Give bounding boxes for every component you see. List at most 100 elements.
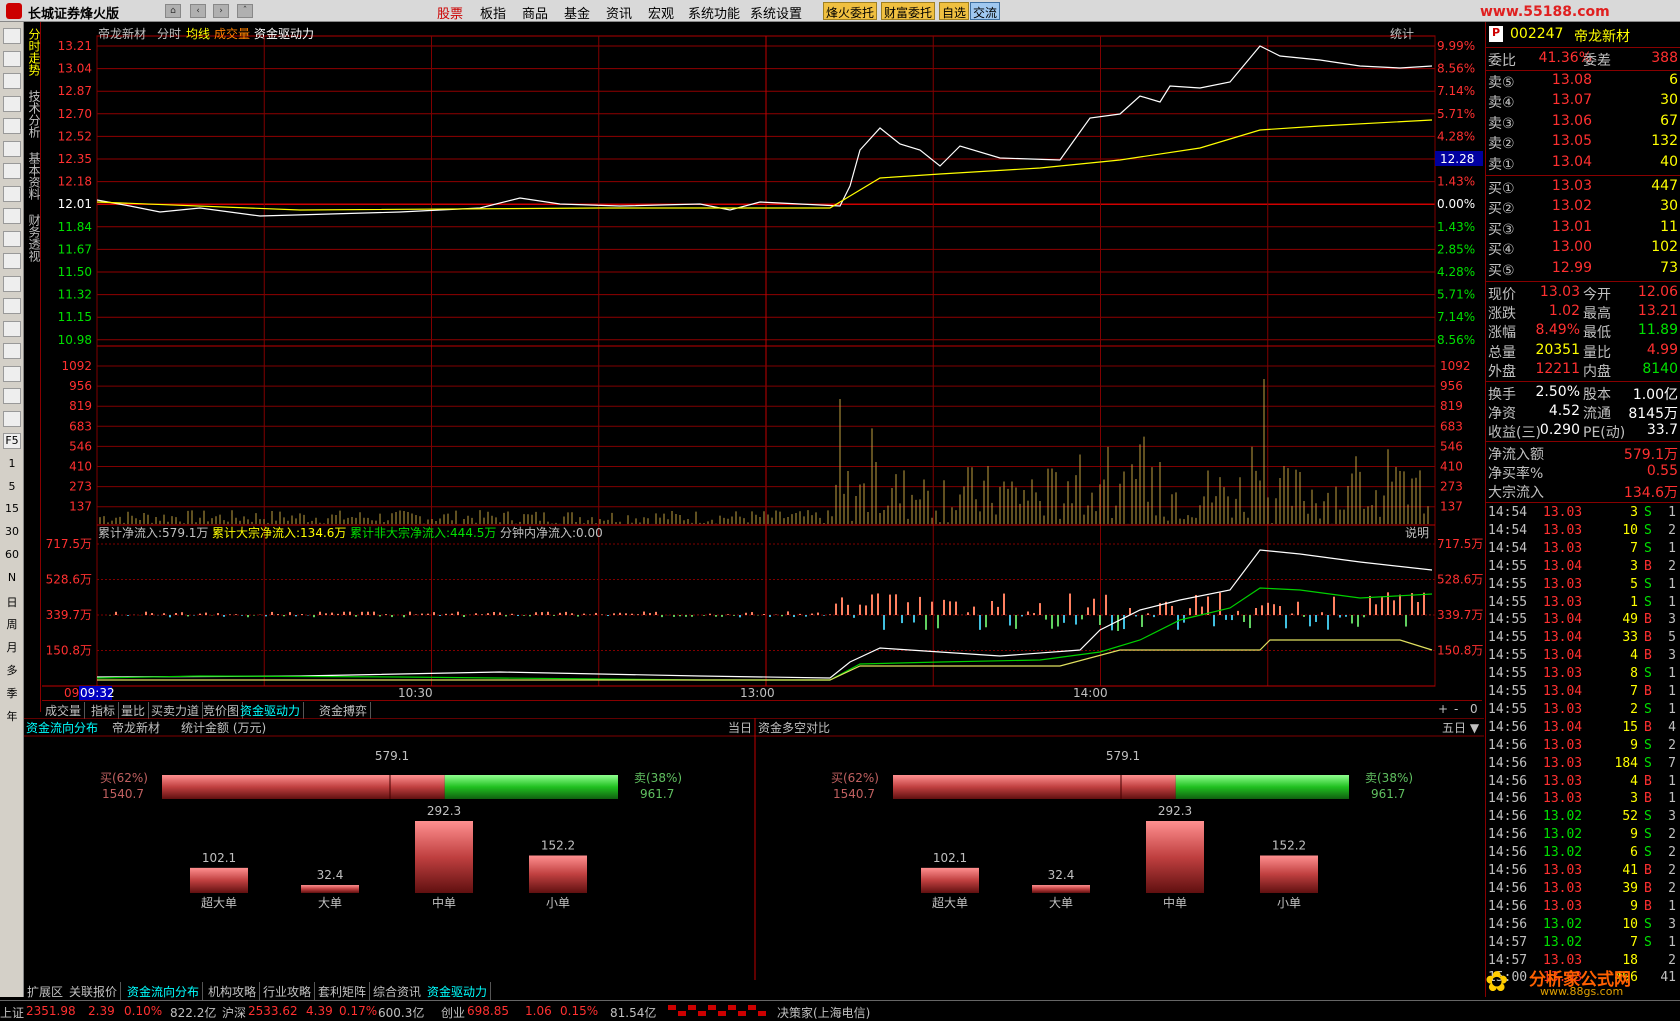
tick-side: B — [1644, 612, 1652, 628]
sub-tab-5[interactable]: 资金驱动力 — [237, 702, 305, 719]
tick-time: 14:56 — [1488, 845, 1528, 861]
sub-tab-1[interactable]: 指标 — [88, 702, 120, 719]
vol-tick-r: 410 — [1440, 460, 1463, 474]
bottom-tab-0[interactable]: 扩展区 — [24, 982, 68, 1000]
pct-tick: 5.71% — [1437, 288, 1475, 302]
quote-stat-cell: 涨跌 — [1488, 306, 1516, 323]
bid-level-cell: 买④ — [1488, 242, 1515, 259]
bid-level-cell: 13.01 — [1551, 218, 1592, 235]
status-item-8: 0.17% — [339, 1004, 378, 1018]
bottom-tab-5[interactable]: 套利矩阵 — [315, 982, 371, 1000]
vol-tick-r: 137 — [1440, 500, 1463, 514]
tick-side: S — [1644, 934, 1652, 950]
tick-time: 14:56 — [1488, 916, 1528, 932]
tick-vol: 52 — [1622, 809, 1638, 825]
sub-tab-0[interactable]: 成交量 — [42, 702, 86, 719]
chart-vol-label: 成交量 — [214, 26, 250, 41]
sell-val: 961.7 — [640, 787, 674, 801]
tick-price: 13.03 — [1543, 898, 1583, 914]
flow-tick: 717.5万 — [46, 537, 92, 551]
tick-price: 13.03 — [1543, 576, 1583, 592]
tick-count: 2 — [1668, 558, 1676, 574]
sub-tab-3[interactable]: 买卖力道 — [148, 702, 204, 719]
avg-price-line — [96, 119, 1433, 211]
pct-tick: 1.43% — [1437, 175, 1475, 189]
tick-price: 13.04 — [1543, 684, 1583, 699]
tick-vol: 184 — [1614, 755, 1638, 771]
tick-side: B — [1644, 719, 1652, 735]
tick-price: 13.03 — [1543, 880, 1583, 896]
ask-level-cell: 30 — [1660, 92, 1678, 109]
bottom-tab-2[interactable]: 资金流向分布 — [124, 982, 204, 1000]
tick-vol: 33 — [1622, 630, 1638, 646]
quote-stat-cell: 13.21 — [1637, 303, 1678, 320]
pct-tick: 5.71% — [1437, 107, 1475, 121]
status-item-3: 0.10% — [124, 1004, 163, 1018]
tick-row: 14:56 13.03 39 B 2 — [1488, 881, 1678, 900]
watermark-url: www.88gs.com — [1540, 985, 1624, 998]
bottom-tab-7[interactable]: 资金驱动力 — [424, 982, 492, 1000]
sell-bar — [1175, 775, 1349, 799]
flow-big: 累计大宗净流入:134.6万 — [212, 525, 346, 540]
ask-level: 卖③ 13.06 67 — [1488, 113, 1678, 132]
tick-count: 1 — [1668, 540, 1676, 556]
intraday-chart[interactable]: 帝龙新材 分时 均线 成交量 资金驱动力 统计13.21 9.99%13.04 8.56%12… — [0, 0, 1680, 720]
tick-vol: 3 — [1630, 791, 1638, 807]
tick-count: 1 — [1668, 505, 1676, 520]
price-tick: 10.98 — [58, 333, 92, 347]
tick-count: 2 — [1668, 522, 1676, 538]
ask-level-cell: 卖⑤ — [1488, 75, 1515, 91]
ask-level-cell: 卖③ — [1488, 115, 1515, 132]
status-item-4: 822.2亿 — [170, 1006, 217, 1020]
tick-count: 1 — [1668, 791, 1676, 807]
tick-vol: 2 — [1630, 701, 1638, 717]
flow-tick-r: 150.8万 — [1437, 644, 1483, 658]
breadth-block — [688, 1005, 696, 1010]
status-item-2: 2.39 — [88, 1004, 115, 1018]
tick-time: 14:56 — [1488, 827, 1528, 843]
breadth-block — [738, 1011, 746, 1016]
vol-tick-r: 1092 — [1440, 359, 1471, 373]
zoom-ctrl-1[interactable]: - — [1454, 702, 1458, 716]
tick-row: 14:55 13.04 4 B 3 — [1488, 648, 1678, 667]
zoom-ctrl-2[interactable]: 0 — [1470, 702, 1478, 716]
market-breadth-icon — [668, 1005, 772, 1017]
zoom-ctrl-0[interactable]: + — [1438, 702, 1448, 716]
tick-time: 14:55 — [1488, 666, 1528, 682]
bottom-tab-6[interactable]: 综合资讯 — [370, 982, 426, 1000]
bid-level-cell: 买② — [1488, 201, 1515, 218]
vol-tick-r: 956 — [1440, 379, 1463, 393]
bottom-tab-1[interactable]: 关联报价 — [66, 982, 122, 1000]
order-size-label: 超大单 — [932, 895, 968, 910]
tick-row: 14:54 13.03 7 S 1 — [1488, 541, 1678, 560]
bid-level-cell: 11 — [1660, 218, 1678, 235]
fundamental: 收益(三) 0.290 PE(动) 33.7 — [1488, 422, 1678, 441]
quote-stat-cell: 量比 — [1583, 344, 1611, 361]
flow-help: 说明 — [1405, 525, 1429, 540]
bid-level-cell: 102 — [1651, 239, 1678, 256]
vol-tick-r: 546 — [1440, 439, 1463, 453]
tick-vol: 9 — [1630, 737, 1638, 753]
tick-count: 5 — [1668, 630, 1676, 646]
tick-vol: 10 — [1622, 916, 1638, 932]
bottom-tab-3[interactable]: 机构攻略 — [205, 982, 261, 1000]
sub-tab-2[interactable]: 量比 — [118, 702, 150, 719]
bid-level-cell: 买⑤ — [1488, 262, 1515, 279]
sub-tab-6[interactable]: 资金搏弈 — [316, 702, 372, 719]
tick-side: B — [1644, 558, 1652, 574]
bottom-tab-4[interactable]: 行业攻略 — [260, 982, 316, 1000]
tick-side: B — [1644, 684, 1652, 699]
flower-logo-icon: ✿ — [1485, 965, 1509, 998]
price-tick: 11.84 — [58, 220, 92, 234]
quote-stat: 总量 20351 量比 4.99 — [1488, 342, 1678, 361]
price-tick: 11.15 — [58, 310, 92, 324]
pct-tick: 7.14% — [1437, 84, 1475, 98]
tick-count: 1 — [1668, 594, 1676, 610]
tick-row: 14:56 13.03 9 B 1 — [1488, 899, 1678, 918]
tick-time: 14:56 — [1488, 773, 1528, 789]
price-tick: 12.52 — [58, 129, 92, 143]
ask-level-cell: 13.05 — [1551, 133, 1592, 150]
panel-right-period: 五日 ▼ — [1442, 721, 1480, 735]
pct-tick: 4.28% — [1437, 265, 1475, 279]
vol-tick: 273 — [69, 480, 92, 494]
